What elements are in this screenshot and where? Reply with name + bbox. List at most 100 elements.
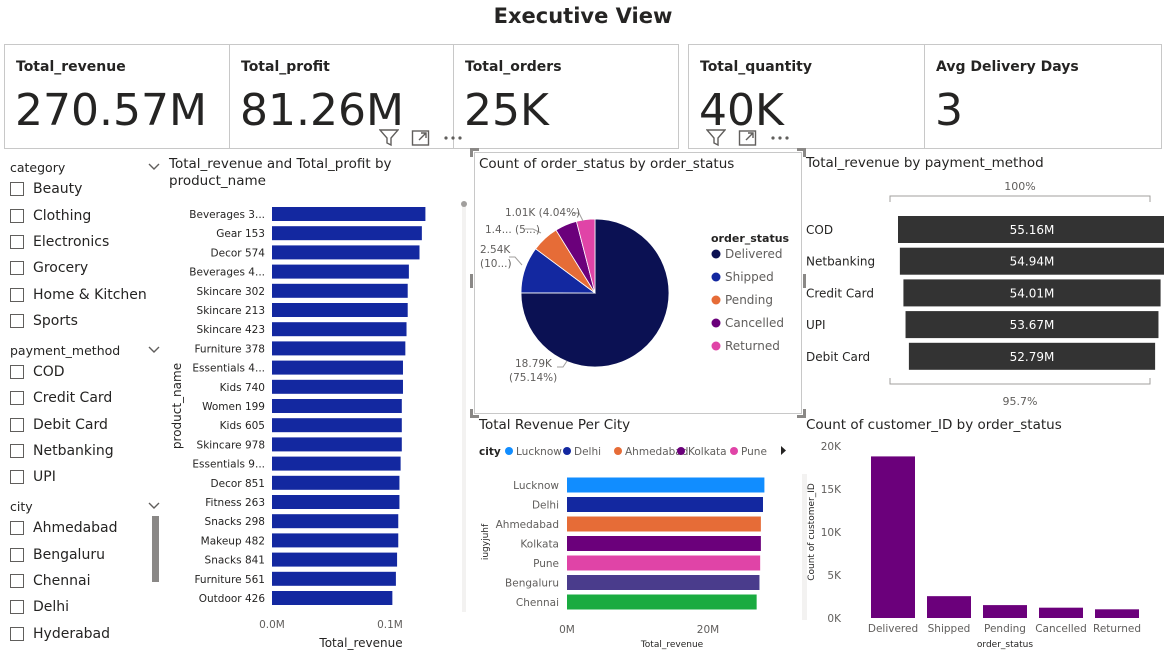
bar[interactable] [272,341,406,356]
more-options-icon[interactable] [770,129,790,147]
checkbox[interactable] [10,314,24,329]
slicer-item[interactable]: Delhi [10,594,160,620]
slicer-category: category Beauty Clothing Electronics Grocer… [10,158,160,334]
bar[interactable] [272,475,400,490]
slicer-item[interactable]: UPI [10,464,160,490]
chart-total-revenue-per-city[interactable]: Total Revenue Per City city Lucknow Delhi A… [474,414,802,652]
legend-next-icon[interactable] [781,446,786,455]
checkbox[interactable] [10,391,24,406]
bar[interactable] [272,456,401,471]
bar[interactable] [567,516,761,532]
bar[interactable] [272,322,407,337]
slicer-item[interactable]: Electronics [10,229,160,255]
filter-icon[interactable] [706,129,726,147]
filter-icon[interactable] [379,129,399,147]
slicer-item[interactable]: Bengaluru [10,541,160,567]
legend-label[interactable]: Returned [725,339,780,353]
slicer-item[interactable]: Clothing [10,202,160,228]
slicer-item[interactable]: Chennai [10,568,160,594]
bar[interactable] [272,245,420,260]
scrollbar-track[interactable] [462,202,466,612]
column-bar[interactable] [1039,607,1083,618]
checkbox[interactable] [10,417,24,432]
slicer-item[interactable]: Sports [10,308,160,334]
bar[interactable] [567,594,757,610]
legend-label[interactable]: Cancelled [725,316,784,330]
column-bar[interactable] [983,605,1027,618]
kpi-card-total-revenue[interactable]: Total_revenue 270.57M [5,45,229,148]
chevron-down-icon[interactable] [148,346,160,354]
legend-label[interactable]: Pending [725,293,773,307]
bar[interactable] [272,264,409,279]
checkbox[interactable] [10,182,24,197]
legend-label[interactable]: Kolkata [688,446,727,458]
chart-customer-count-by-status[interactable]: Count of customer_ID by order_status 0K 5… [802,414,1164,652]
slicer-header[interactable]: payment_method [10,341,160,359]
checkbox[interactable] [10,547,24,562]
slicer-item[interactable]: COD [10,359,160,385]
checkbox[interactable] [10,626,24,641]
slicer-item[interactable]: Grocery [10,255,160,281]
focus-mode-icon[interactable] [738,129,758,147]
bar[interactable] [272,571,396,586]
bar[interactable] [272,437,402,452]
chart-revenue-by-payment-method[interactable]: Total_revenue by payment_method 100% COD 5… [802,152,1164,414]
bar[interactable] [272,303,408,317]
bar[interactable] [272,283,408,298]
legend-label[interactable]: Shipped [725,270,774,284]
slicer-city-scrollbar[interactable] [152,516,159,582]
slicer-header[interactable]: category [10,158,160,176]
chart-order-status-pie[interactable]: Count of order_status by order_status 18… [474,152,802,414]
bar[interactable] [272,360,403,375]
checkbox[interactable] [10,365,24,380]
bar[interactable] [567,497,763,512]
column-bar[interactable] [1095,609,1139,618]
slicer-item[interactable]: Hyderabad [10,621,160,647]
status-column-chart: 0K 5K 10K 15K 20K Delivered Shipped Pending Canc… [802,441,1141,650]
bar[interactable] [272,399,402,413]
column-bar[interactable] [927,596,971,618]
bar[interactable] [272,591,393,605]
bar[interactable] [567,575,760,590]
more-options-icon[interactable] [443,129,463,147]
chevron-down-icon[interactable] [148,163,160,171]
scrollbar-thumb[interactable] [461,201,467,207]
slicer-header[interactable]: city [10,497,160,515]
bar[interactable] [272,552,398,567]
slicer-item[interactable]: Debit Card [10,412,160,438]
checkbox[interactable] [10,470,24,485]
bar[interactable] [272,418,402,433]
slicer-item[interactable]: Home & Kitchen [10,282,160,308]
checkbox[interactable] [10,208,24,223]
legend-label[interactable]: Pune [741,446,767,458]
bar[interactable] [272,207,426,221]
chevron-down-icon[interactable] [148,502,160,510]
legend-label[interactable]: Delhi [574,446,601,458]
checkbox[interactable] [10,521,24,536]
checkbox[interactable] [10,573,24,588]
bar[interactable] [272,495,400,509]
kpi-card-total-orders[interactable]: Total_orders 25K [453,45,678,148]
checkbox[interactable] [10,234,24,249]
slicer-item[interactable]: Credit Card [10,385,160,411]
bar[interactable] [272,533,399,548]
slicer-item[interactable]: Ahmedabad [10,515,160,541]
bar[interactable] [567,555,761,571]
bar[interactable] [272,226,422,241]
legend-label[interactable]: Lucknow [516,446,562,458]
legend-label[interactable]: Delivered [725,247,782,261]
bar[interactable] [272,514,399,529]
bar[interactable] [567,477,765,493]
kpi-card-avg-delivery-days[interactable]: Avg Delivery Days 3 [924,45,1161,148]
checkbox[interactable] [10,261,24,276]
slicer-item[interactable]: Netbanking [10,438,160,464]
checkbox[interactable] [10,444,24,459]
bar[interactable] [567,536,761,551]
chart-revenue-profit-by-product[interactable]: Total_revenue and Total_profit by produc… [164,152,472,652]
checkbox[interactable] [10,287,24,302]
focus-mode-icon[interactable] [411,129,431,147]
checkbox[interactable] [10,600,24,615]
column-bar[interactable] [871,456,915,618]
slicer-item[interactable]: Beauty [10,176,160,202]
bar[interactable] [272,379,403,394]
